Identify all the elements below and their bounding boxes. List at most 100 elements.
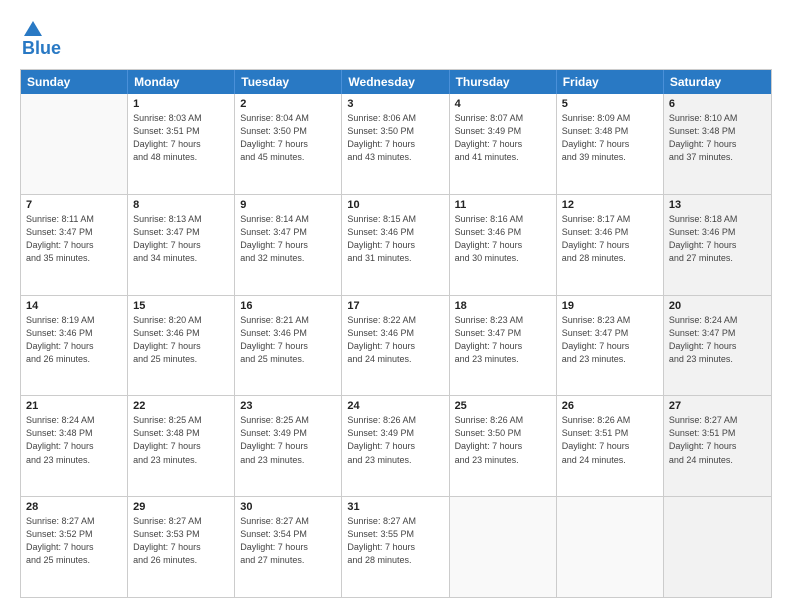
day-info: Sunrise: 8:22 AM Sunset: 3:46 PM Dayligh…: [347, 314, 443, 366]
calendar-header-cell: Tuesday: [235, 70, 342, 94]
day-number: 5: [562, 98, 658, 110]
calendar-cell: 23 Sunrise: 8:25 AM Sunset: 3:49 PM Dayli…: [235, 396, 342, 496]
day-info: Sunrise: 8:27 AM Sunset: 3:52 PM Dayligh…: [26, 515, 122, 567]
day-number: 21: [26, 400, 122, 412]
day-number: 1: [133, 98, 229, 110]
calendar-cell: 26Sunrise: 8:26 AM Sunset: 3:51 PM Dayli…: [557, 396, 664, 496]
day-info: Sunrise: 8:27 AM Sunset: 3:53 PM Dayligh…: [133, 515, 229, 567]
calendar-cell: 12 Sunrise: 8:17 AM Sunset: 3:46 PM Dayli…: [557, 195, 664, 295]
calendar-cell: [664, 497, 771, 597]
calendar-cell: 3 Sunrise: 8:06 AM Sunset: 3:50 PM Daylig…: [342, 94, 449, 194]
calendar-header-cell: Sunday: [21, 70, 128, 94]
day-number: 4: [455, 98, 551, 110]
calendar-cell: 5 Sunrise: 8:09 AM Sunset: 3:48 PM Daylig…: [557, 94, 664, 194]
header: Blue: [20, 18, 772, 59]
calendar-cell: 9 Sunrise: 8:14 AM Sunset: 3:47 PM Daylig…: [235, 195, 342, 295]
calendar-cell: 6 Sunrise: 8:10 AM Sunset: 3:48 PM Daylig…: [664, 94, 771, 194]
day-info: Sunrise: 8:27 AM Sunset: 3:51 PM Dayligh…: [669, 414, 766, 466]
day-info: Sunrise: 8:24 AM Sunset: 3:48 PM Dayligh…: [26, 414, 122, 466]
calendar-header-cell: Monday: [128, 70, 235, 94]
day-info: Sunrise: 8:23 AM Sunset: 3:47 PM Dayligh…: [455, 314, 551, 366]
day-info: Sunrise: 8:27 AM Sunset: 3:55 PM Dayligh…: [347, 515, 443, 567]
day-info: Sunrise: 8:10 AM Sunset: 3:48 PM Dayligh…: [669, 112, 766, 164]
day-info: Sunrise: 8:04 AM Sunset: 3:50 PM Dayligh…: [240, 112, 336, 164]
day-info: Sunrise: 8:26 AM Sunset: 3:50 PM Dayligh…: [455, 414, 551, 466]
calendar: SundayMondayTuesdayWednesdayThursdayFrid…: [20, 69, 772, 598]
day-info: Sunrise: 8:21 AM Sunset: 3:46 PM Dayligh…: [240, 314, 336, 366]
day-info: Sunrise: 8:26 AM Sunset: 3:49 PM Dayligh…: [347, 414, 443, 466]
day-info: Sunrise: 8:06 AM Sunset: 3:50 PM Dayligh…: [347, 112, 443, 164]
day-number: 25: [455, 400, 551, 412]
day-info: Sunrise: 8:16 AM Sunset: 3:46 PM Dayligh…: [455, 213, 551, 265]
day-number: 29: [133, 501, 229, 513]
calendar-cell: [557, 497, 664, 597]
day-info: Sunrise: 8:18 AM Sunset: 3:46 PM Dayligh…: [669, 213, 766, 265]
day-number: 3: [347, 98, 443, 110]
calendar-header-cell: Saturday: [664, 70, 771, 94]
day-info: Sunrise: 8:07 AM Sunset: 3:49 PM Dayligh…: [455, 112, 551, 164]
calendar-header-cell: Friday: [557, 70, 664, 94]
day-number: 17: [347, 300, 443, 312]
day-info: Sunrise: 8:25 AM Sunset: 3:48 PM Dayligh…: [133, 414, 229, 466]
day-info: Sunrise: 8:11 AM Sunset: 3:47 PM Dayligh…: [26, 213, 122, 265]
logo: Blue: [20, 18, 61, 59]
day-number: 27: [669, 400, 766, 412]
day-info: Sunrise: 8:17 AM Sunset: 3:46 PM Dayligh…: [562, 213, 658, 265]
calendar-cell: 24 Sunrise: 8:26 AM Sunset: 3:49 PM Dayli…: [342, 396, 449, 496]
day-number: 30: [240, 501, 336, 513]
calendar-cell: 21 Sunrise: 8:24 AM Sunset: 3:48 PM Dayli…: [21, 396, 128, 496]
day-info: Sunrise: 8:15 AM Sunset: 3:46 PM Dayligh…: [347, 213, 443, 265]
day-info: Sunrise: 8:09 AM Sunset: 3:48 PM Dayligh…: [562, 112, 658, 164]
calendar-row: 14Sunrise: 8:19 AM Sunset: 3:46 PM Dayli…: [21, 295, 771, 396]
calendar-row: 7 Sunrise: 8:11 AM Sunset: 3:47 PM Daylig…: [21, 194, 771, 295]
day-number: 14: [26, 300, 122, 312]
calendar-cell: 22 Sunrise: 8:25 AM Sunset: 3:48 PM Dayli…: [128, 396, 235, 496]
calendar-row: 1 Sunrise: 8:03 AM Sunset: 3:51 PM Daylig…: [21, 94, 771, 194]
calendar-cell: [450, 497, 557, 597]
day-number: 28: [26, 501, 122, 513]
calendar-cell: 2 Sunrise: 8:04 AM Sunset: 3:50 PM Daylig…: [235, 94, 342, 194]
day-number: 24: [347, 400, 443, 412]
day-number: 12: [562, 199, 658, 211]
day-info: Sunrise: 8:03 AM Sunset: 3:51 PM Dayligh…: [133, 112, 229, 164]
day-number: 23: [240, 400, 336, 412]
day-number: 19: [562, 300, 658, 312]
day-info: Sunrise: 8:26 AM Sunset: 3:51 PM Dayligh…: [562, 414, 658, 466]
day-number: 22: [133, 400, 229, 412]
day-number: 2: [240, 98, 336, 110]
calendar-cell: 17 Sunrise: 8:22 AM Sunset: 3:46 PM Dayli…: [342, 296, 449, 396]
day-number: 8: [133, 199, 229, 211]
calendar-header-cell: Thursday: [450, 70, 557, 94]
calendar-cell: 14Sunrise: 8:19 AM Sunset: 3:46 PM Dayli…: [21, 296, 128, 396]
calendar-cell: 1 Sunrise: 8:03 AM Sunset: 3:51 PM Daylig…: [128, 94, 235, 194]
day-number: 10: [347, 199, 443, 211]
calendar-cell: 19Sunrise: 8:23 AM Sunset: 3:47 PM Dayli…: [557, 296, 664, 396]
logo-blue: Blue: [22, 38, 61, 58]
page: Blue SundayMondayTuesdayWednesdayThursda…: [0, 0, 792, 612]
day-number: 18: [455, 300, 551, 312]
calendar-cell: [21, 94, 128, 194]
day-number: 6: [669, 98, 766, 110]
day-number: 11: [455, 199, 551, 211]
day-number: 9: [240, 199, 336, 211]
calendar-body: 1 Sunrise: 8:03 AM Sunset: 3:51 PM Daylig…: [21, 94, 771, 597]
day-info: Sunrise: 8:27 AM Sunset: 3:54 PM Dayligh…: [240, 515, 336, 567]
calendar-cell: 7 Sunrise: 8:11 AM Sunset: 3:47 PM Daylig…: [21, 195, 128, 295]
calendar-cell: 4 Sunrise: 8:07 AM Sunset: 3:49 PM Daylig…: [450, 94, 557, 194]
calendar-cell: 13 Sunrise: 8:18 AM Sunset: 3:46 PM Dayli…: [664, 195, 771, 295]
day-number: 13: [669, 199, 766, 211]
calendar-cell: 15Sunrise: 8:20 AM Sunset: 3:46 PM Dayli…: [128, 296, 235, 396]
calendar-header: SundayMondayTuesdayWednesdayThursdayFrid…: [21, 70, 771, 94]
day-info: Sunrise: 8:25 AM Sunset: 3:49 PM Dayligh…: [240, 414, 336, 466]
day-info: Sunrise: 8:20 AM Sunset: 3:46 PM Dayligh…: [133, 314, 229, 366]
calendar-header-cell: Wednesday: [342, 70, 449, 94]
day-info: Sunrise: 8:14 AM Sunset: 3:47 PM Dayligh…: [240, 213, 336, 265]
logo-text: [20, 18, 44, 40]
day-info: Sunrise: 8:13 AM Sunset: 3:47 PM Dayligh…: [133, 213, 229, 265]
day-number: 31: [347, 501, 443, 513]
day-info: Sunrise: 8:24 AM Sunset: 3:47 PM Dayligh…: [669, 314, 766, 366]
calendar-cell: 28 Sunrise: 8:27 AM Sunset: 3:52 PM Dayli…: [21, 497, 128, 597]
day-number: 16: [240, 300, 336, 312]
calendar-cell: 11 Sunrise: 8:16 AM Sunset: 3:46 PM Dayli…: [450, 195, 557, 295]
day-number: 7: [26, 199, 122, 211]
